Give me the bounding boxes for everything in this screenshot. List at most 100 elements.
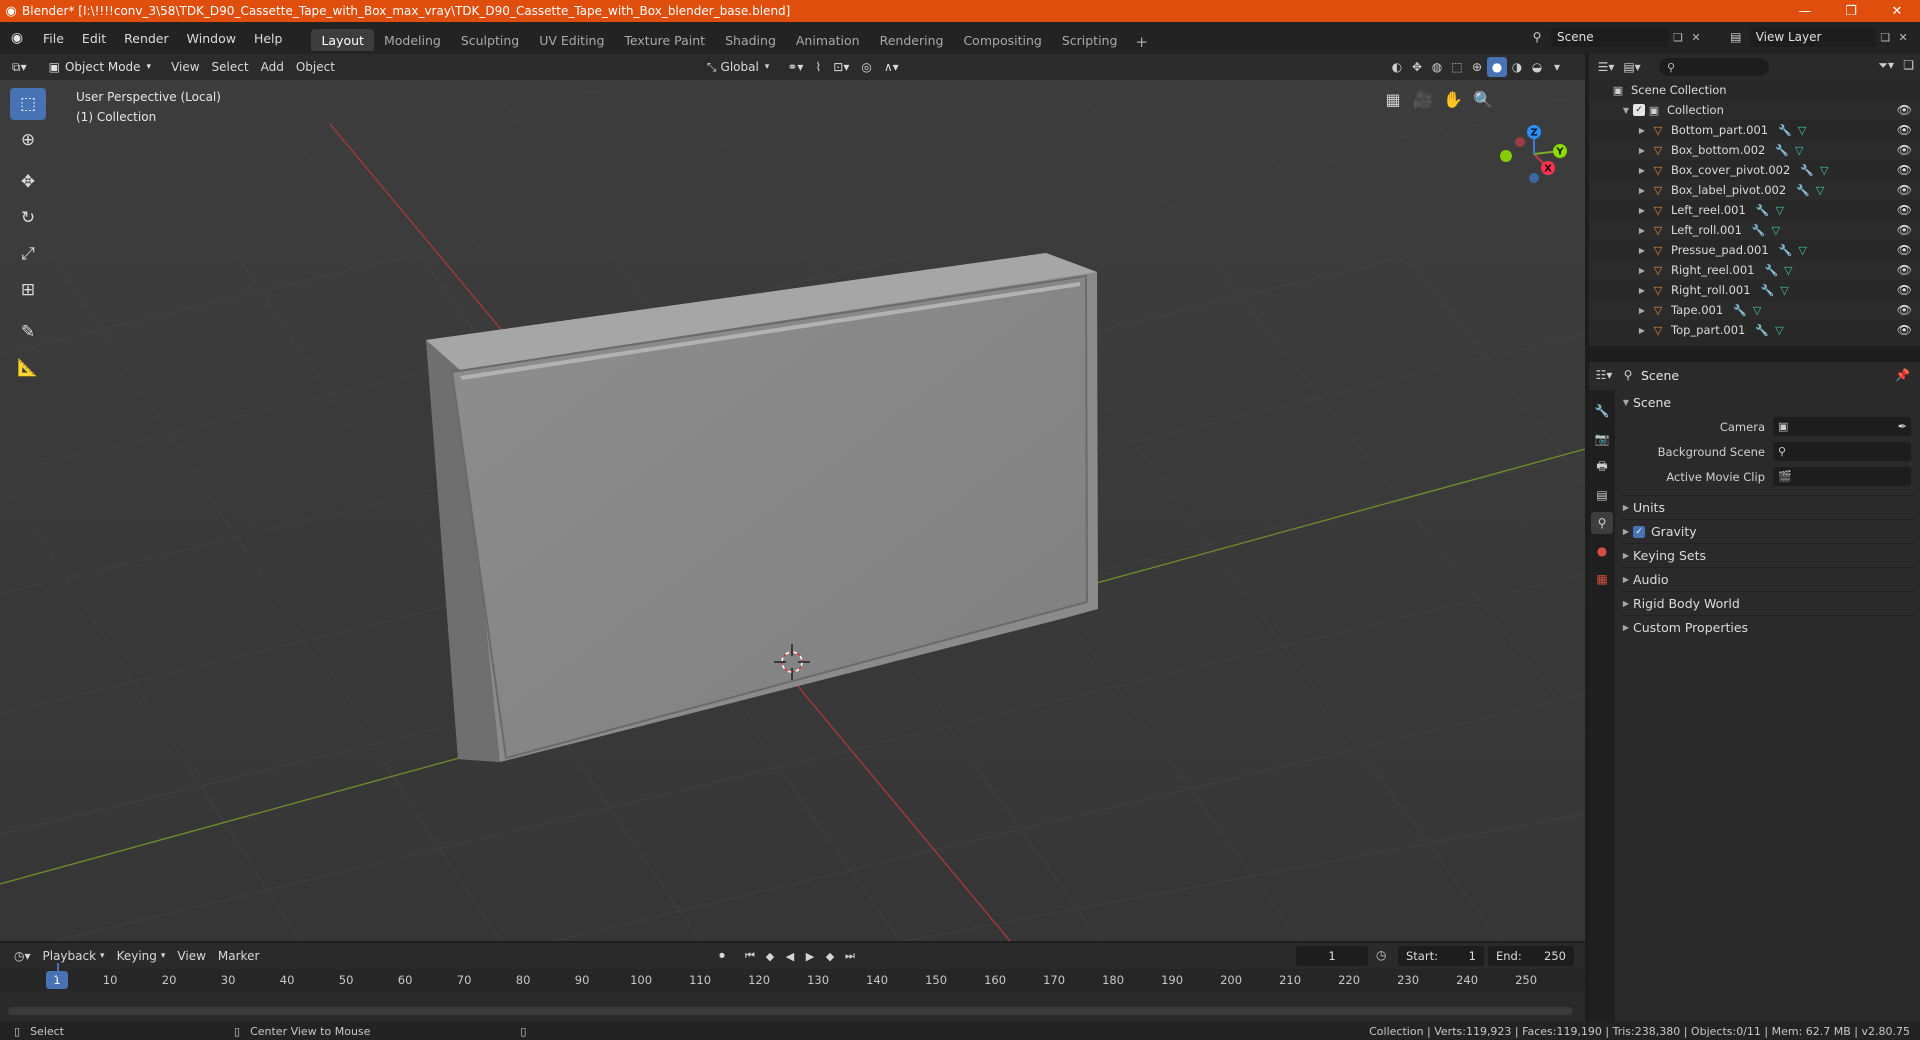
jump-start-icon[interactable]: ⏮ (740, 946, 760, 966)
measure-tool-icon[interactable]: 📐 (10, 352, 46, 384)
eye-icon[interactable]: 👁 (1897, 323, 1912, 337)
tab-sculpting[interactable]: Sculpting (451, 29, 529, 51)
eye-icon[interactable]: 👁 (1897, 283, 1912, 297)
zoom-icon[interactable]: 🔍 (1468, 84, 1498, 114)
texture-tab-icon[interactable]: ▦ (1591, 568, 1613, 590)
eye-icon[interactable]: 👁 (1897, 263, 1912, 277)
scale-tool-icon[interactable]: ⤢ (10, 238, 46, 270)
prev-keyframe-icon[interactable]: ◆ (760, 946, 780, 966)
transform-orientation-dropdown[interactable]: ⤡ Global ▾ (700, 57, 776, 77)
outliner-object-row[interactable]: ▶ ▽ Right_roll.001 🔧 ▽ 👁 (1589, 280, 1920, 300)
gizmo-toggle-icon[interactable]: ✥ (1407, 57, 1427, 77)
object-mode-dropdown[interactable]: ▣ Object Mode ▾ (42, 57, 158, 77)
menu-object[interactable]: Object (290, 57, 341, 77)
mesh-data-icon[interactable]: ▽ (1772, 224, 1780, 237)
expand-icon[interactable]: ▶ (1635, 246, 1649, 255)
move-tool-icon[interactable]: ✥ (10, 166, 46, 198)
outliner-scene-collection[interactable]: ▣ Scene Collection (1589, 80, 1920, 100)
modifier-wrench-icon[interactable]: 🔧 (1778, 124, 1792, 137)
camera-view-icon[interactable]: 🎥 (1408, 84, 1438, 114)
timeline-ruler[interactable]: 1 10 20 30 40 50 60 70 80 90 100 110 120 130 140 150 16… (0, 969, 1585, 991)
eye-icon[interactable]: 👁 (1897, 143, 1912, 157)
eye-icon[interactable]: 👁 (1897, 303, 1912, 317)
grid-toggle-icon[interactable]: ▦ (1378, 84, 1408, 114)
outliner-search-input[interactable]: ⚲ (1659, 58, 1769, 76)
collapse-icon[interactable]: ▼ (1619, 106, 1633, 115)
gravity-panel[interactable]: ▶ ✓ Gravity (1619, 519, 1917, 543)
menu-render[interactable]: Render (115, 26, 178, 50)
tab-animation[interactable]: Animation (786, 29, 870, 51)
view-layer-name-field[interactable]: View Layer (1749, 27, 1877, 47)
menu-marker[interactable]: Marker (212, 946, 265, 966)
outliner-object-row[interactable]: ▶ ▽ Box_cover_pivot.002 🔧 ▽ 👁 (1589, 160, 1920, 180)
mesh-data-icon[interactable]: ▽ (1798, 244, 1806, 257)
outliner-object-row[interactable]: ▶ ▽ Box_label_pivot.002 🔧 ▽ 👁 (1589, 180, 1920, 200)
outliner-object-row[interactable]: ▶ ▽ Top_part.001 🔧 ▽ 👁 (1589, 320, 1920, 340)
rigid-body-world-panel[interactable]: ▶ Rigid Body World (1619, 591, 1917, 615)
material-shading-icon[interactable]: ◑ (1507, 57, 1527, 77)
menu-edit[interactable]: Edit (73, 26, 115, 50)
outliner-object-row[interactable]: ▶ ▽ Tape.001 🔧 ▽ 👁 (1589, 300, 1920, 320)
new-scene-icon[interactable]: ❏ (1669, 31, 1687, 44)
view-layer-tab-icon[interactable]: ▤ (1591, 484, 1613, 506)
snap-target-icon[interactable]: ⊡▾ (827, 57, 855, 77)
modifier-wrench-icon[interactable]: 🔧 (1733, 304, 1747, 317)
pin-icon[interactable]: 📌 (1895, 368, 1910, 382)
eye-icon[interactable]: 👁 (1897, 203, 1912, 217)
eye-icon[interactable]: 👁 (1897, 103, 1912, 117)
blender-menu-icon[interactable]: ◉ (0, 30, 34, 46)
transform-tool-icon[interactable]: ⊞ (10, 274, 46, 306)
audio-panel[interactable]: ▶ Audio (1619, 567, 1917, 591)
mesh-data-icon[interactable]: ▽ (1820, 164, 1828, 177)
expand-icon[interactable]: ▶ (1635, 206, 1649, 215)
solid-shading-icon[interactable]: ● (1487, 57, 1507, 77)
modifier-wrench-icon[interactable]: 🔧 (1761, 284, 1775, 297)
add-workspace-icon[interactable]: + (1127, 33, 1156, 51)
pan-hand-icon[interactable]: ✋ (1438, 84, 1468, 114)
menu-timeline-view[interactable]: View (171, 946, 211, 966)
expand-icon[interactable]: ▶ (1635, 126, 1649, 135)
record-icon[interactable]: ⏺ (712, 946, 732, 966)
modifier-wrench-icon[interactable]: 🔧 (1752, 224, 1766, 237)
pivot-point-icon[interactable]: ⚭▾ (781, 57, 809, 77)
timeline-editor-type-icon[interactable]: ◷▾ (8, 946, 37, 966)
expand-icon[interactable]: ▶ (1635, 226, 1649, 235)
tab-modeling[interactable]: Modeling (374, 29, 451, 51)
mesh-data-icon[interactable]: ▽ (1775, 324, 1783, 337)
overlay-icon[interactable]: ◍ (1427, 57, 1447, 77)
tab-scripting[interactable]: Scripting (1052, 29, 1128, 51)
custom-properties-panel[interactable]: ▶ Custom Properties (1619, 615, 1917, 639)
expand-icon[interactable]: ▶ (1635, 186, 1649, 195)
eye-icon[interactable]: 👁 (1897, 223, 1912, 237)
annotate-tool-icon[interactable]: ✎ (10, 316, 46, 348)
start-frame-field[interactable]: Start: 1 (1398, 946, 1484, 966)
shading-options-icon[interactable]: ▾ (1547, 57, 1567, 77)
expand-icon[interactable]: ▶ (1635, 146, 1649, 155)
world-tab-icon[interactable]: ● (1591, 540, 1613, 562)
select-box-icon[interactable]: ⬚ (10, 88, 46, 120)
expand-icon[interactable]: ▶ (1635, 266, 1649, 275)
tab-shading[interactable]: Shading (715, 29, 786, 51)
proportional-edit-icon[interactable]: ◎ (855, 57, 877, 77)
gizmo-neg-x-icon[interactable] (1515, 137, 1525, 147)
close-button[interactable]: ✕ (1874, 0, 1920, 22)
rotate-tool-icon[interactable]: ↻ (10, 202, 46, 234)
active-movie-clip-field[interactable]: 🎬 (1773, 467, 1911, 486)
mesh-data-icon[interactable]: ▽ (1784, 264, 1792, 277)
eye-icon[interactable]: 👁 (1897, 123, 1912, 137)
display-mode-icon[interactable]: ▤▾ (1619, 60, 1645, 74)
menu-view[interactable]: View (165, 57, 205, 77)
expand-icon[interactable]: ▶ (1635, 166, 1649, 175)
modifier-wrench-icon[interactable]: 🔧 (1779, 244, 1793, 257)
scene-name-field[interactable]: Scene (1551, 27, 1669, 47)
outliner-object-row[interactable]: ▶ ▽ Box_bottom.002 🔧 ▽ 👁 (1589, 140, 1920, 160)
mesh-data-icon[interactable]: ▽ (1795, 144, 1803, 157)
remove-view-layer-icon[interactable]: ✕ (1894, 31, 1912, 44)
modifier-wrench-icon[interactable]: 🔧 (1764, 264, 1778, 277)
menu-select[interactable]: Select (206, 57, 255, 77)
play-reverse-icon[interactable]: ◀ (780, 946, 800, 966)
snap-icon[interactable]: ⌇ (809, 57, 827, 77)
mesh-data-icon[interactable]: ▽ (1780, 284, 1788, 297)
falloff-icon[interactable]: ∧▾ (878, 57, 905, 77)
menu-keying[interactable]: Keying ▾ (111, 946, 172, 966)
